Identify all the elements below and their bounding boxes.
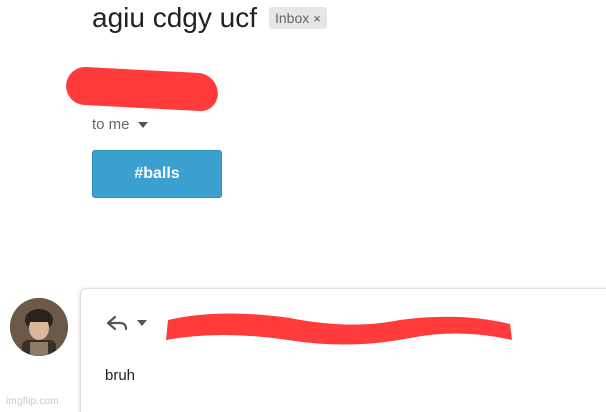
avatar-photo	[10, 298, 68, 356]
recipient-redaction	[160, 306, 518, 350]
inbox-label-text: Inbox	[275, 10, 310, 26]
reply-controls	[105, 313, 147, 333]
subject-row: agiu cdgy ucf Inbox ×	[92, 2, 327, 34]
sender-redaction	[65, 66, 219, 112]
recipient-text: to me	[92, 116, 130, 133]
hashtag-button[interactable]: #balls	[92, 150, 222, 198]
watermark: imgflip.com	[6, 396, 59, 407]
inbox-label-chip[interactable]: Inbox ×	[269, 7, 327, 29]
chevron-down-icon[interactable]	[137, 121, 148, 128]
chevron-down-icon[interactable]	[137, 320, 147, 326]
reply-icon[interactable]	[105, 313, 129, 333]
avatar[interactable]	[10, 298, 68, 356]
close-icon[interactable]: ×	[313, 11, 321, 26]
recipient-redaction-stroke	[166, 313, 512, 345]
email-view: agiu cdgy ucf Inbox × to me #balls bruh …	[0, 0, 606, 412]
reply-body[interactable]: bruh	[105, 367, 135, 384]
email-subject: agiu cdgy ucf	[92, 2, 257, 33]
recipient-row[interactable]: to me	[92, 116, 148, 133]
